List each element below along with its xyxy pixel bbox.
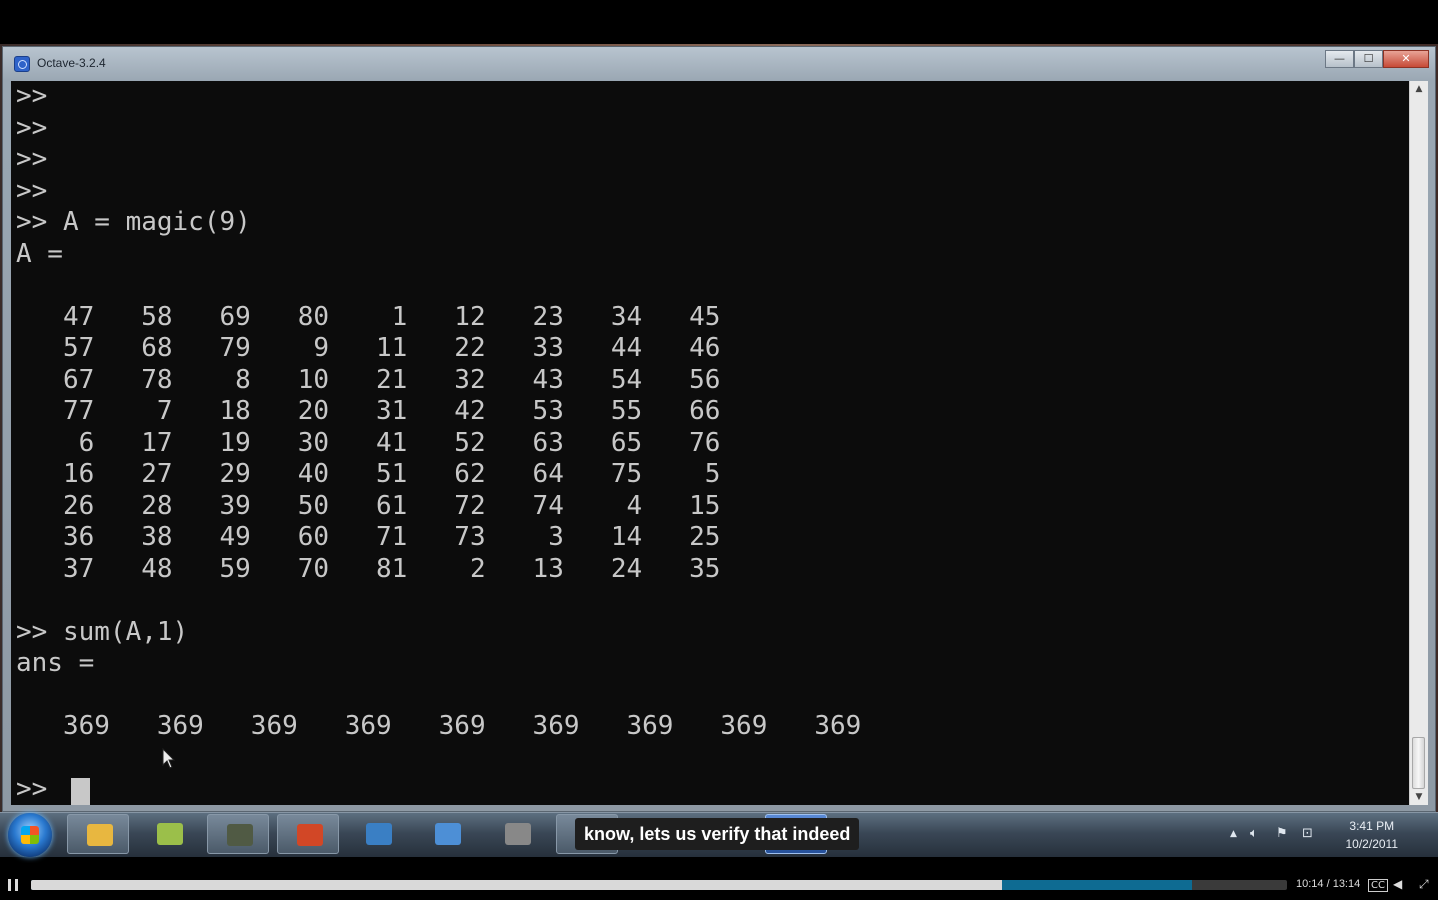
start-button[interactable] bbox=[8, 813, 52, 857]
title-bar[interactable]: Octave-3.2.4 — ☐ ✕ bbox=[3, 47, 1435, 81]
console-line: 77 7 18 20 31 42 53 55 66 bbox=[16, 396, 721, 426]
console-output: >> >> >> >> >> A = magic(9) A = 47 58 69… bbox=[16, 81, 861, 805]
console-line: 37 48 59 70 81 2 13 24 35 bbox=[16, 553, 721, 584]
system-tray: ▲ 🔈︎ ⚑ ⊡ 3:41 PM 10/2/2011 bbox=[1218, 813, 1438, 857]
taskbar-button[interactable] bbox=[67, 814, 129, 854]
playback-time: 10:14 / 13:14 bbox=[1296, 878, 1361, 890]
taskbar-button[interactable] bbox=[207, 814, 269, 854]
console-line: 6 17 19 30 41 52 63 65 76 bbox=[16, 427, 721, 458]
console-line: >> bbox=[16, 144, 48, 174]
console-line: >> bbox=[16, 112, 48, 143]
taskbar-button[interactable] bbox=[347, 814, 409, 854]
octave-window: Octave-3.2.4 — ☐ ✕ >> >> >> >> >> A = ma… bbox=[2, 46, 1436, 812]
camera-icon bbox=[505, 823, 531, 845]
console-line: 16 27 29 40 51 62 64 75 5 bbox=[16, 459, 721, 489]
video-controls: 10:14 / 13:14 CC ◀︎ ⤢ bbox=[0, 870, 1438, 900]
taskbar-button[interactable] bbox=[138, 814, 200, 854]
maximize-button[interactable]: ☐ bbox=[1354, 50, 1383, 68]
console-line: >> A = magic(9) bbox=[16, 207, 251, 237]
console-line: 369 369 369 369 369 369 369 369 369 bbox=[16, 711, 862, 741]
network-icon bbox=[366, 823, 392, 845]
clock-date: 10/2/2011 bbox=[1345, 837, 1399, 851]
explorer-icon bbox=[87, 824, 113, 846]
taskbar-button[interactable] bbox=[277, 814, 339, 854]
taskbar-button[interactable] bbox=[486, 814, 548, 854]
camcorder-icon bbox=[227, 824, 253, 846]
captions-icon[interactable]: CC bbox=[1368, 879, 1388, 892]
pause-icon[interactable] bbox=[8, 879, 18, 891]
terminal-console[interactable]: >> >> >> >> >> A = magic(9) A = 47 58 69… bbox=[11, 81, 1411, 805]
progress-played bbox=[31, 880, 1002, 890]
console-line: 36 38 49 60 71 73 3 14 25 bbox=[16, 522, 721, 552]
close-button[interactable]: ✕ bbox=[1383, 50, 1429, 68]
speaker-icon[interactable]: 🔈︎ bbox=[1250, 826, 1258, 841]
progress-bar[interactable] bbox=[31, 880, 1287, 890]
console-line: ans = bbox=[16, 648, 95, 678]
minimize-button[interactable]: — bbox=[1325, 50, 1354, 68]
show-hidden-icons-icon[interactable]: ▲ bbox=[1230, 829, 1237, 839]
scroll-up-arrow-icon[interactable]: ▲ bbox=[1410, 81, 1428, 97]
powerpoint-icon bbox=[297, 824, 323, 846]
clock[interactable]: 3:41 PM 10/2/2011 bbox=[1346, 817, 1399, 853]
remote-desktop-icon bbox=[435, 823, 461, 845]
scroll-thumb[interactable] bbox=[1412, 737, 1425, 789]
network-tray-icon[interactable]: ⊡ bbox=[1302, 826, 1313, 841]
console-line: >> bbox=[16, 175, 48, 206]
action-center-flag-icon[interactable]: ⚑ bbox=[1276, 826, 1288, 841]
taskbar-button[interactable] bbox=[416, 814, 478, 854]
console-line: 26 28 39 50 61 72 74 4 15 bbox=[16, 490, 721, 521]
notes-icon bbox=[157, 823, 183, 845]
console-line: >> bbox=[16, 81, 48, 111]
scroll-down-arrow-icon[interactable]: ▼ bbox=[1410, 789, 1428, 805]
console-line: >> sum(A,1) bbox=[16, 616, 189, 647]
window-title: Octave-3.2.4 bbox=[37, 56, 106, 70]
volume-icon[interactable]: ◀︎ bbox=[1393, 877, 1402, 891]
fullscreen-icon[interactable]: ⤢ bbox=[1419, 877, 1429, 892]
text-cursor bbox=[71, 778, 90, 805]
window-controls: — ☐ ✕ bbox=[1325, 50, 1429, 68]
vertical-scrollbar[interactable]: ▲ ▼ bbox=[1409, 81, 1428, 805]
console-line: 67 78 8 10 21 32 43 54 56 bbox=[16, 364, 721, 395]
console-line: A = bbox=[16, 238, 63, 269]
octave-app-icon bbox=[14, 56, 30, 72]
console-line: 57 68 79 9 11 22 33 44 46 bbox=[16, 333, 721, 363]
clock-time: 3:41 PM bbox=[1349, 819, 1395, 833]
video-caption: know, lets us verify that indeed bbox=[575, 818, 860, 850]
console-line: >> bbox=[16, 774, 48, 804]
mouse-pointer-icon bbox=[162, 748, 176, 769]
console-line: 47 58 69 80 1 12 23 34 45 bbox=[16, 301, 721, 332]
